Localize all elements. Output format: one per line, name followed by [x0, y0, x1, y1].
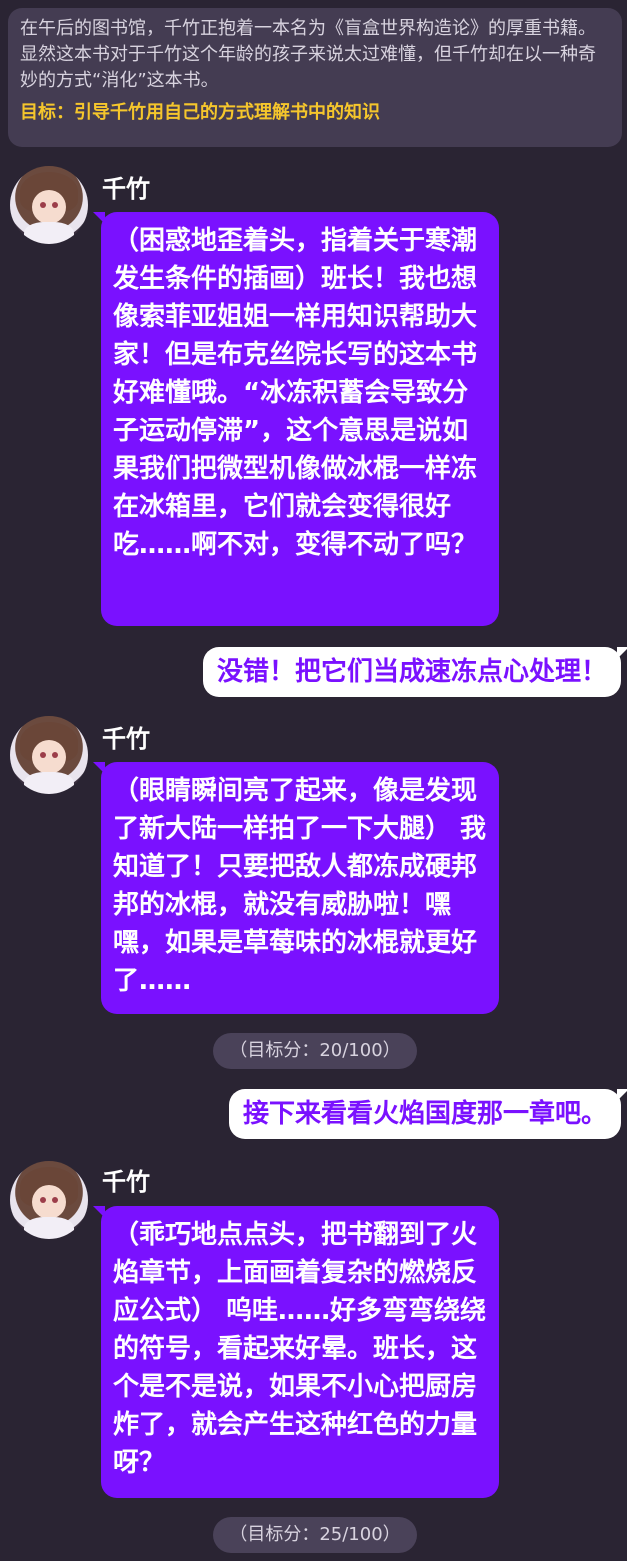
- character-message-bubble: （困惑地歪着头，指着关于寒潮发生条件的插画）班长！我也想像索菲亚姐姐一样用知识帮…: [93, 212, 499, 626]
- character-avatar[interactable]: [10, 716, 88, 794]
- character-message-bubble: （乖巧地点点头，把书翻到了火焰章节，上面画着复杂的燃烧反应公式） 呜哇……好多弯…: [93, 1206, 499, 1498]
- sender-name: 千竹: [102, 1168, 150, 1196]
- character-avatar[interactable]: [10, 166, 88, 244]
- user-message-bubble: 接下来看看火焰国度那一章吧。: [228, 1089, 627, 1139]
- goal-text: 目标：引导千竹用自己的方式理解书中的知识: [20, 102, 380, 123]
- scene-description: 在午后的图书馆，千竹正抱着一本名为《盲盒世界构造论》的厚重书籍。显然这本书对于千…: [20, 18, 596, 91]
- sender-name: 千竹: [102, 725, 150, 753]
- score-badge: （目标分：25/100）: [213, 1517, 417, 1553]
- character-avatar[interactable]: [10, 1161, 88, 1239]
- score-badge: （目标分：20/100）: [213, 1033, 417, 1069]
- user-message-bubble: 没错！把它们当成速冻点心处理！: [202, 647, 627, 697]
- sender-name: 千竹: [102, 175, 150, 203]
- scene-card: 在午后的图书馆，千竹正抱着一本名为《盲盒世界构造论》的厚重书籍。显然这本书对于千…: [8, 8, 622, 147]
- character-message-bubble: （眼睛瞬间亮了起来，像是发现了新大陆一样拍了一下大腿） 我知道了！只要把敌人都冻…: [93, 762, 499, 1014]
